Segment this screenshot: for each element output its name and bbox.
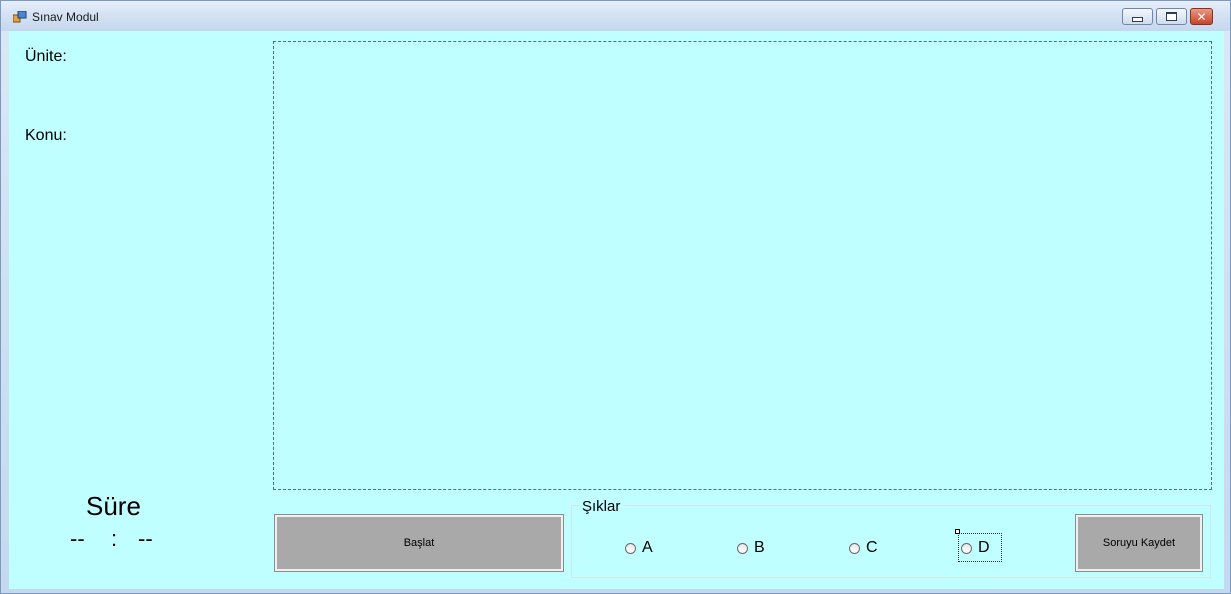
save-question-button[interactable]: Soruyu Kaydet — [1075, 514, 1203, 572]
choice-radio-c[interactable]: C — [849, 539, 878, 557]
timer-minutes: -- — [70, 526, 85, 551]
konu-label: Konu: — [25, 127, 67, 144]
radio-button-icon[interactable] — [961, 542, 972, 554]
close-icon: ✕ — [1196, 9, 1207, 24]
choice-radio-d[interactable]: D — [961, 539, 990, 557]
timer-separator: : — [111, 526, 118, 551]
unite-label: Ünite: — [25, 48, 67, 65]
selection-handle — [955, 529, 960, 534]
radio-button-icon[interactable] — [849, 542, 860, 554]
choices-legend: Şıklar — [579, 498, 624, 515]
choice-label-a: A — [642, 539, 653, 556]
minimize-icon — [1132, 16, 1143, 22]
radio-button-icon[interactable] — [737, 542, 748, 554]
main-window: Sınav Modul ✕ Ünite: Konu: Süre -- : -- … — [0, 0, 1231, 594]
choice-radio-b[interactable]: B — [737, 539, 765, 557]
title-bar[interactable]: Sınav Modul ✕ — [1, 1, 1230, 31]
timer-seconds: -- — [138, 526, 153, 551]
close-button[interactable]: ✕ — [1190, 8, 1213, 25]
choice-label-b: B — [754, 539, 765, 556]
choice-label-d: D — [978, 539, 990, 556]
choice-radio-a[interactable]: A — [625, 539, 653, 557]
timer-title: Süre — [86, 491, 141, 521]
choice-label-c: C — [866, 539, 878, 556]
form-client-area: Ünite: Konu: Süre -- : -- Başlat Şıklar … — [9, 31, 1224, 589]
start-button[interactable]: Başlat — [274, 514, 564, 572]
question-text-area[interactable] — [273, 41, 1212, 490]
minimize-button[interactable] — [1122, 8, 1153, 25]
window-title: Sınav Modul — [32, 10, 99, 24]
maximize-icon — [1166, 12, 1177, 21]
radio-button-icon[interactable] — [625, 542, 636, 554]
app-form-icon — [13, 11, 27, 23]
maximize-button[interactable] — [1156, 8, 1187, 25]
